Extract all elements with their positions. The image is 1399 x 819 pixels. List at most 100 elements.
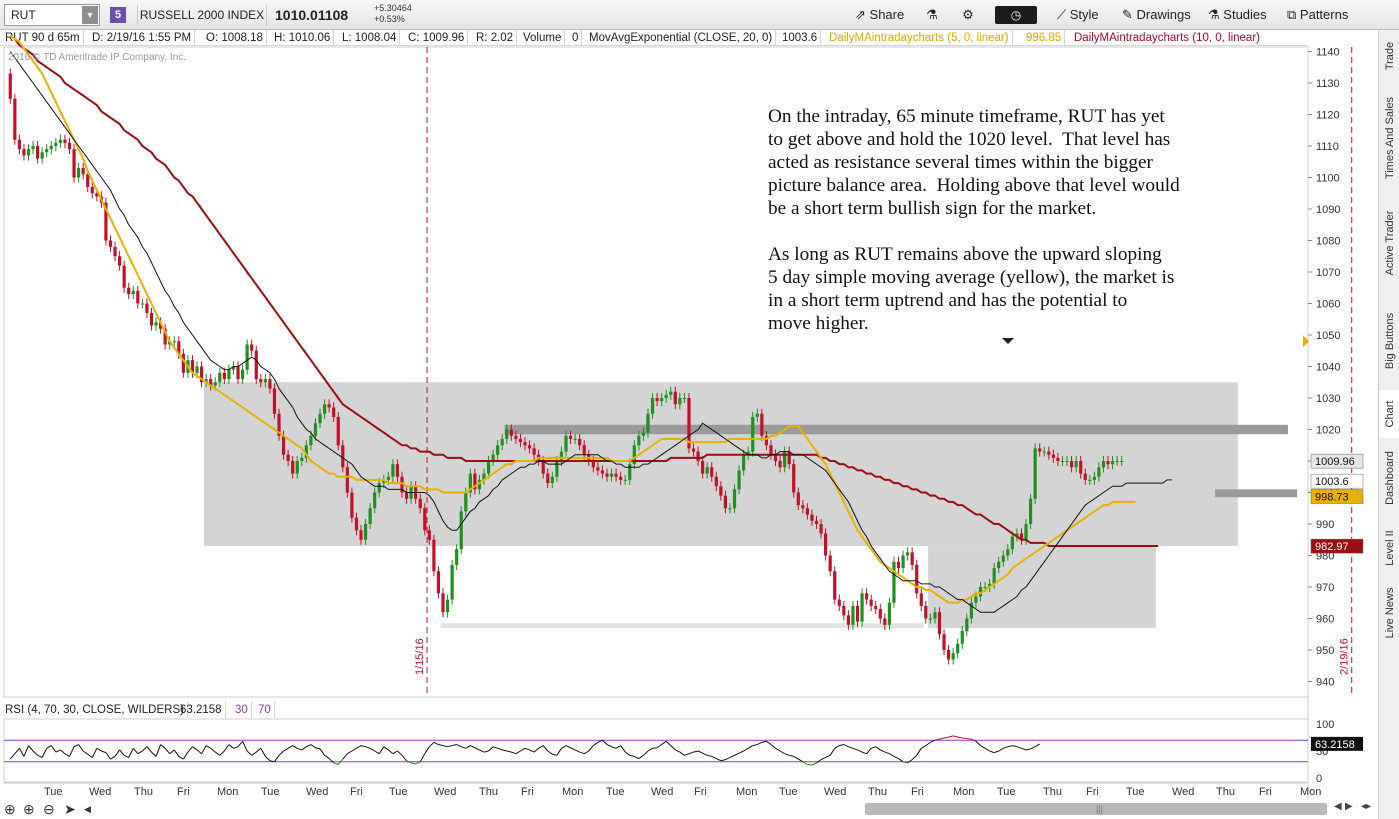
candle-body [997, 561, 1001, 569]
time-tick-label: Fri [911, 786, 924, 798]
rsi-segment [511, 751, 517, 755]
tab-chart[interactable]: Chart [1379, 390, 1399, 438]
rsi-segment [383, 746, 389, 751]
candle-body [846, 615, 850, 625]
candle-body [1056, 457, 1060, 461]
candle-body [865, 593, 869, 600]
rsi-segment [292, 745, 298, 749]
candle-body [404, 492, 409, 499]
time-tick-label: Fri [177, 786, 190, 798]
candle-body [860, 593, 864, 622]
rsi-segment [638, 754, 644, 759]
candle-body [291, 461, 295, 474]
rsi-segment [14, 747, 20, 755]
candle-body [732, 489, 737, 509]
rsi-value: 63.2158 [177, 702, 226, 718]
rsi-segment [164, 747, 171, 755]
rsi-segment [820, 757, 826, 761]
candle-body [427, 530, 431, 540]
candle-body [90, 186, 94, 194]
candle-body [309, 435, 313, 446]
rsi-segment [547, 750, 553, 755]
rsi-segment [228, 744, 234, 749]
cursor-icon[interactable]: ➤ [64, 800, 76, 819]
rsi-low: 30 [232, 702, 252, 718]
price-tick-label: 950 [1316, 645, 1334, 657]
candle-body [363, 524, 368, 540]
zoom-in-icon[interactable]: ⊕ [23, 800, 35, 819]
candle-body [673, 391, 677, 405]
rsi-segment [483, 750, 489, 753]
rsi-segment [907, 759, 913, 764]
rsi-segment [201, 745, 207, 754]
rsi-segment [779, 750, 785, 755]
candle-body [874, 605, 878, 610]
support-band-low [440, 623, 924, 628]
candle-body [605, 473, 609, 477]
rsi-segment [515, 750, 521, 755]
rsi-segment [793, 755, 799, 760]
rsi-segment [857, 749, 863, 753]
rsi-segment [23, 745, 29, 757]
candle-body [915, 564, 919, 594]
zoom-out-icon[interactable]: ⊖ [43, 800, 55, 819]
rsi-segment [743, 747, 749, 752]
candle-body [418, 498, 422, 509]
scroll-left-icon[interactable]: ◀ [84, 800, 91, 819]
rsi-segment [656, 744, 662, 749]
rsi-segment [725, 757, 731, 761]
rsi-segment [1016, 746, 1022, 749]
rsi-segment [720, 759, 726, 762]
rsi-segment [552, 753, 557, 756]
rsi-segment [784, 753, 790, 756]
price-tick-label: 1020 [1316, 425, 1340, 437]
rsi-label: RSI (4, 70, 30, CLOSE, WILDERS) [2, 702, 188, 718]
candle-body [1101, 461, 1106, 468]
tab-times-and-sales[interactable]: Times And Sales [1379, 82, 1399, 194]
note-paragraph-1: On the intraday, 65 minute timeframe, RU… [768, 106, 1180, 219]
time-tick-label: Thu [134, 786, 153, 798]
tab-big-buttons[interactable]: Big Buttons [1379, 292, 1399, 390]
candle-body [386, 476, 390, 480]
tab-level-ii[interactable]: Level II [1379, 518, 1399, 578]
candle-body [1028, 498, 1033, 524]
candle-body [641, 432, 646, 436]
candle-body [714, 476, 718, 487]
rsi-value-label: 63.2158 [1315, 739, 1355, 751]
rsi-segment [911, 754, 918, 761]
candle-body [350, 492, 354, 518]
scroll-right-arrow-icon[interactable]: ▶ [1345, 801, 1353, 812]
rsi-segment [461, 746, 466, 749]
candle-body [373, 492, 377, 509]
price-tick-label: 1060 [1316, 299, 1340, 311]
scroll-left-arrow-icon[interactable]: ◀ [1334, 801, 1342, 812]
candle-body [1083, 473, 1087, 480]
crosshair-icon[interactable]: ⊕ [4, 800, 16, 819]
rsi-segment [697, 750, 703, 754]
rsi-segment [565, 745, 571, 749]
candle-body [992, 568, 996, 584]
candle-body [983, 587, 987, 588]
expand-icon[interactable]: ◂▸ [1361, 801, 1371, 812]
rsi-segment [770, 744, 776, 749]
rsi-segment [1030, 746, 1036, 750]
candle-body [254, 350, 258, 380]
rsi-segment [470, 745, 476, 749]
time-tick-label: Wed [651, 786, 673, 798]
rsi-segment [852, 747, 858, 751]
candle-body [928, 618, 932, 620]
rsi-segment [861, 751, 867, 755]
tab-active-trader[interactable]: Active Trader [1379, 194, 1399, 292]
time-tick-label: Mon [953, 786, 974, 798]
rsi-segment [943, 736, 949, 739]
rsi-segment [456, 744, 462, 748]
rsi-segment [1007, 745, 1013, 748]
tab-dashboard[interactable]: Dashboard [1379, 438, 1399, 518]
tab-trade[interactable]: Trade [1379, 30, 1399, 82]
candle-body [824, 533, 828, 556]
candle-body [17, 139, 21, 150]
candle-body [213, 382, 217, 386]
tab-live-news[interactable]: Live News [1379, 578, 1399, 648]
candle-body [737, 470, 741, 490]
candle-body [582, 445, 586, 455]
